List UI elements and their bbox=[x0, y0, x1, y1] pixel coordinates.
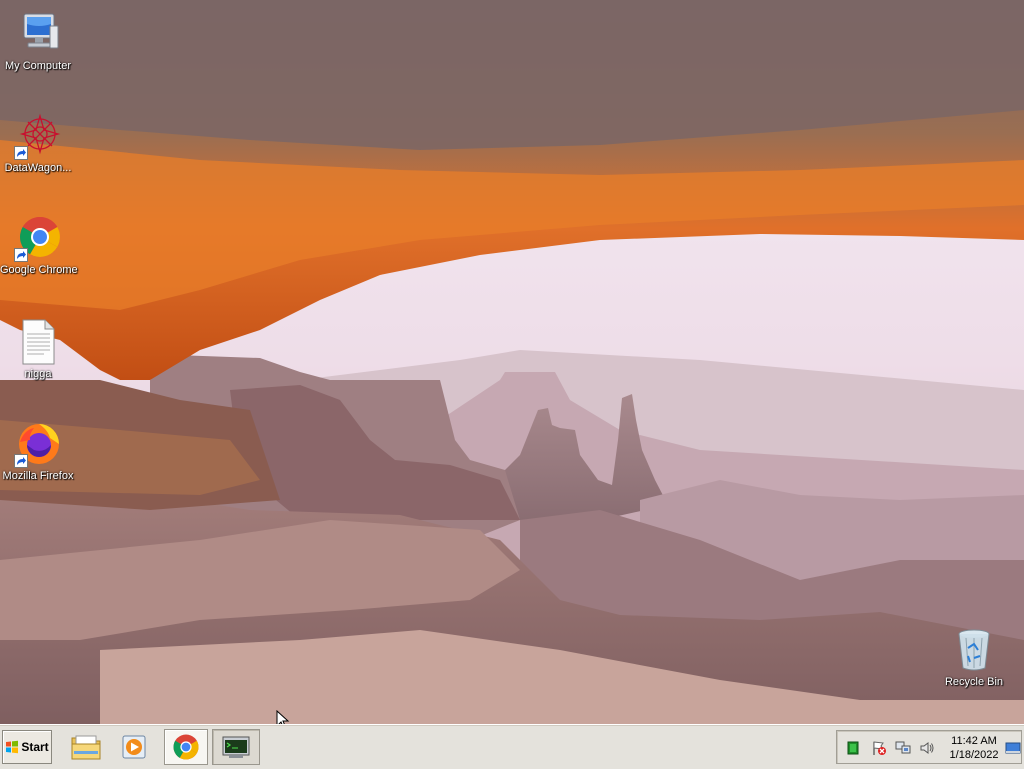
taskbar-button-chrome[interactable] bbox=[164, 729, 208, 765]
file-explorer-icon bbox=[71, 735, 101, 760]
mouse-pointer-icon bbox=[276, 710, 290, 724]
green-status-icon[interactable] bbox=[845, 740, 861, 756]
desktop-icon-mozilla-firefox[interactable]: Mozilla Firefox bbox=[0, 420, 76, 483]
desktop-icon-my-computer[interactable]: My Computer bbox=[0, 10, 76, 73]
desktop-icon-label: DataWagon... bbox=[4, 162, 72, 174]
desktop-icon-datawagon[interactable]: DataWagon... bbox=[0, 112, 76, 175]
clock-date: 1/18/2022 bbox=[949, 749, 999, 761]
chrome-icon bbox=[14, 214, 62, 262]
show-desktop-icon[interactable] bbox=[1005, 740, 1021, 756]
desktop-icon-text-file[interactable]: nigga bbox=[0, 318, 76, 381]
taskbar-button-media-player[interactable] bbox=[112, 729, 156, 765]
network-icon[interactable] bbox=[895, 740, 911, 756]
chrome-icon bbox=[173, 734, 199, 760]
shortcut-arrow-icon bbox=[14, 454, 28, 468]
clock-time: 11:42 AM bbox=[951, 735, 997, 747]
start-label: Start bbox=[21, 740, 49, 754]
shortcut-arrow-icon bbox=[14, 248, 28, 262]
taskbar-button-file-explorer[interactable] bbox=[64, 729, 108, 765]
terminal-window-icon bbox=[222, 736, 250, 758]
firefox-icon bbox=[14, 420, 62, 468]
media-player-icon bbox=[122, 735, 146, 759]
datawagon-icon bbox=[14, 112, 62, 160]
desktop-icon-label: Recycle Bin bbox=[944, 676, 1004, 688]
desktop-icon-label: My Computer bbox=[4, 60, 72, 72]
action-center-flag-icon[interactable] bbox=[871, 740, 887, 756]
wallpaper-canyon-arch bbox=[0, 0, 1024, 724]
desktop-icon-label: Google Chrome bbox=[0, 264, 78, 276]
volume-icon[interactable] bbox=[919, 740, 935, 756]
taskbar-clock[interactable]: 11:42 AM 1/18/2022 bbox=[939, 734, 1009, 762]
taskbar: Start 11:42 AM 1/18/2022 bbox=[0, 724, 1024, 769]
desktop[interactable]: My Computer DataWagon... Google Chrome n… bbox=[0, 0, 1024, 724]
text-file-icon bbox=[14, 318, 62, 366]
desktop-icon-google-chrome[interactable]: Google Chrome bbox=[0, 214, 78, 277]
desktop-icon-label: nigga bbox=[24, 368, 52, 380]
computer-icon bbox=[14, 10, 62, 58]
desktop-icon-label: Mozilla Firefox bbox=[2, 470, 74, 482]
windows-logo-icon bbox=[6, 740, 19, 754]
recycle-bin-icon bbox=[950, 626, 998, 674]
shortcut-arrow-icon bbox=[14, 146, 28, 160]
start-button[interactable]: Start bbox=[2, 730, 52, 764]
taskbar-button-terminal[interactable] bbox=[212, 729, 260, 765]
system-tray: 11:42 AM 1/18/2022 bbox=[836, 730, 1022, 764]
desktop-icon-recycle-bin[interactable]: Recycle Bin bbox=[936, 626, 1012, 689]
